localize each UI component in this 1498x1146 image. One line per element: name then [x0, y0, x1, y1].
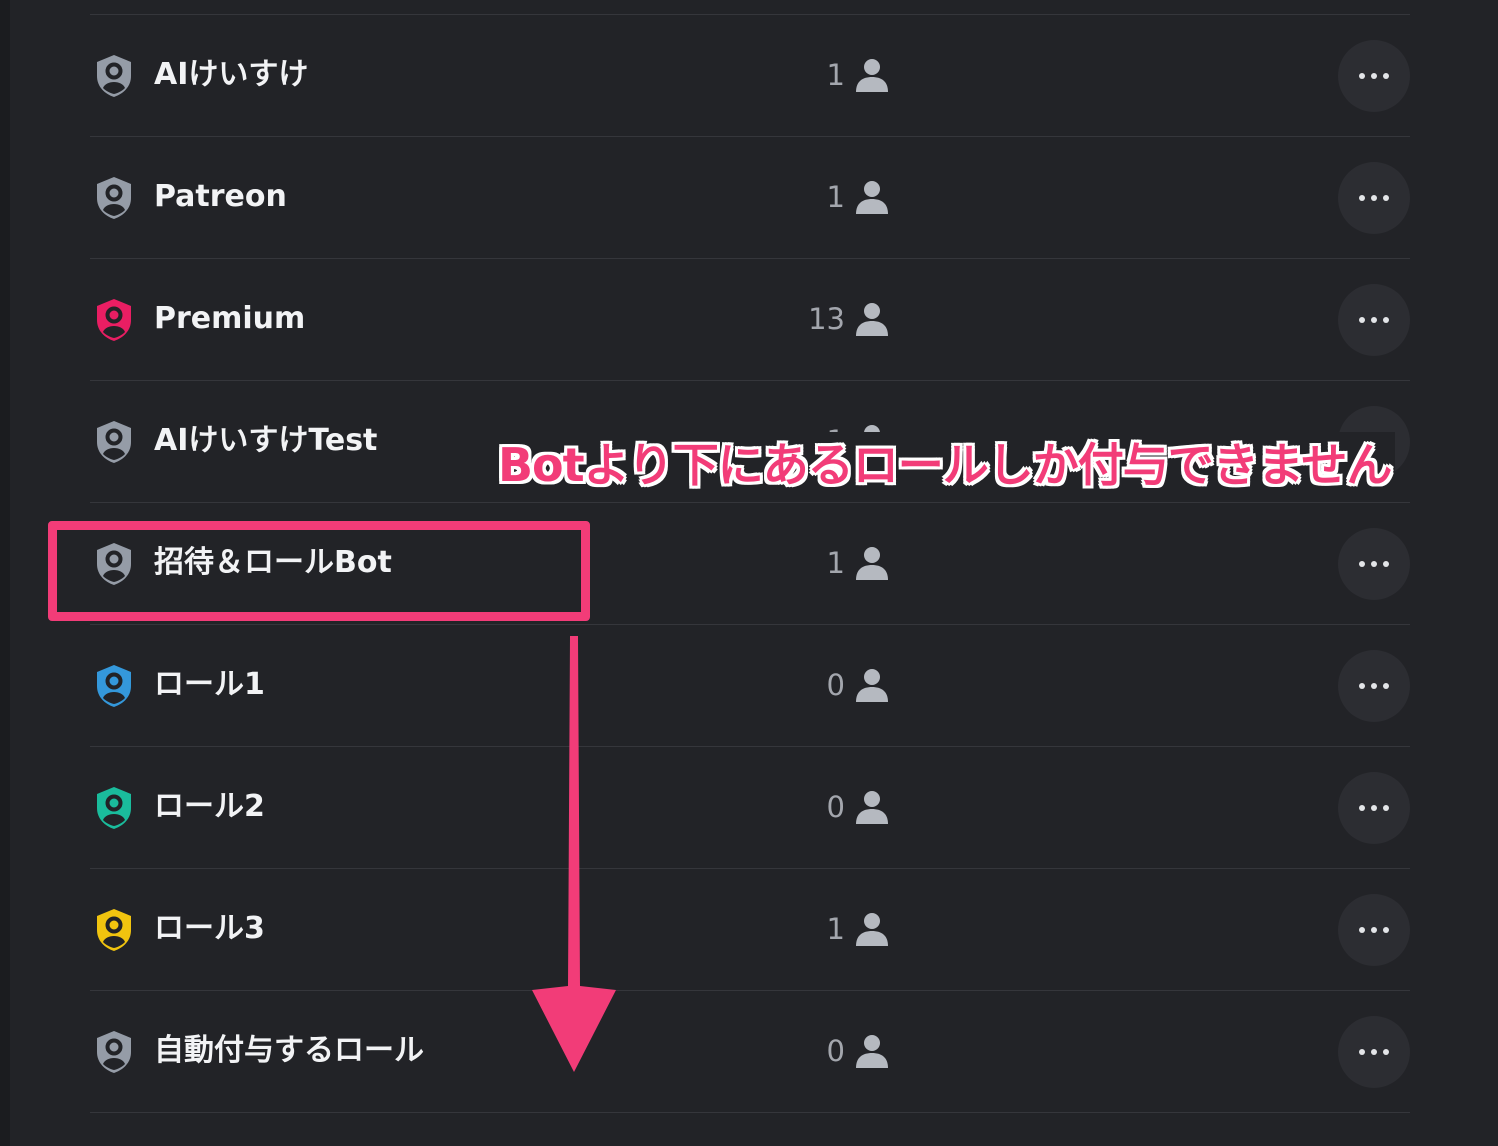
- role-name: AIけいすけTest: [154, 423, 378, 458]
- member-count: 1: [826, 546, 845, 580]
- shield-person-icon: [97, 665, 131, 707]
- shield-person-icon: [97, 787, 131, 829]
- more-options-button[interactable]: [1338, 40, 1410, 112]
- shield-person-icon: [97, 55, 131, 97]
- ellipsis-icon: [1371, 317, 1377, 323]
- ellipsis-icon: [1371, 683, 1377, 689]
- person-icon: [856, 59, 888, 92]
- member-count: 13: [808, 302, 845, 336]
- ellipsis-icon: [1371, 561, 1377, 567]
- ellipsis-icon: [1371, 195, 1377, 201]
- ellipsis-icon: [1359, 317, 1365, 323]
- person-icon: [856, 181, 888, 214]
- ellipsis-icon: [1359, 1049, 1365, 1055]
- person-icon: [856, 1035, 888, 1068]
- ellipsis-icon: [1371, 805, 1377, 811]
- role-settings-page: AIけいすけ 1 Patreon 1 Premium 13 AIけいすけTest…: [0, 0, 1498, 1146]
- role-row[interactable]: Premium 13: [90, 258, 1410, 380]
- more-options-button[interactable]: [1338, 1016, 1410, 1088]
- shield-person-icon: [97, 421, 131, 463]
- sidebar-edge: [0, 0, 10, 1146]
- ellipsis-icon: [1383, 561, 1389, 567]
- ellipsis-icon: [1383, 73, 1389, 79]
- ellipsis-icon: [1383, 1049, 1389, 1055]
- role-name: ロール3: [154, 911, 265, 946]
- ellipsis-icon: [1359, 73, 1365, 79]
- role-row[interactable]: Patreon 1: [90, 136, 1410, 258]
- annotation-note: Botより下にあるロールしか付与できません: [494, 432, 1396, 498]
- ellipsis-icon: [1359, 683, 1365, 689]
- role-name: ロール1: [154, 667, 265, 702]
- role-name: Patreon: [154, 179, 287, 214]
- ellipsis-icon: [1359, 805, 1365, 811]
- ellipsis-icon: [1371, 927, 1377, 933]
- member-count: 0: [826, 1034, 845, 1068]
- role-name: AIけいすけ: [154, 57, 309, 92]
- ellipsis-icon: [1383, 805, 1389, 811]
- shield-person-icon: [97, 909, 131, 951]
- ellipsis-icon: [1371, 1049, 1377, 1055]
- person-icon: [856, 547, 888, 580]
- ellipsis-icon: [1359, 561, 1365, 567]
- more-options-button[interactable]: [1338, 650, 1410, 722]
- more-options-button[interactable]: [1338, 894, 1410, 966]
- ellipsis-icon: [1383, 927, 1389, 933]
- role-row[interactable]: ロール2 0: [90, 746, 1410, 868]
- ellipsis-icon: [1359, 195, 1365, 201]
- person-icon: [856, 791, 888, 824]
- member-count: 0: [826, 790, 845, 824]
- member-count: 1: [826, 180, 845, 214]
- ellipsis-icon: [1383, 317, 1389, 323]
- role-row[interactable]: AIけいすけ 1: [90, 14, 1410, 136]
- member-count: 0: [826, 668, 845, 702]
- member-count: 1: [826, 912, 845, 946]
- member-count: 1: [826, 58, 845, 92]
- person-icon: [856, 913, 888, 946]
- ellipsis-icon: [1359, 927, 1365, 933]
- person-icon: [856, 669, 888, 702]
- ellipsis-icon: [1383, 195, 1389, 201]
- role-row[interactable]: ロール3 1: [90, 868, 1410, 990]
- ellipsis-icon: [1371, 73, 1377, 79]
- shield-person-icon: [97, 299, 131, 341]
- ellipsis-icon: [1383, 683, 1389, 689]
- person-icon: [856, 303, 888, 336]
- more-options-button[interactable]: [1338, 772, 1410, 844]
- role-row[interactable]: ロール1 0: [90, 624, 1410, 746]
- more-options-button[interactable]: [1338, 528, 1410, 600]
- more-options-button[interactable]: [1338, 162, 1410, 234]
- role-name: 自動付与するロール: [154, 1033, 424, 1068]
- role-row[interactable]: 自動付与するロール 0: [90, 990, 1410, 1113]
- down-arrow-annotation: [532, 636, 616, 1072]
- role-name: Premium: [154, 301, 306, 336]
- more-options-button[interactable]: [1338, 284, 1410, 356]
- shield-person-icon: [97, 177, 131, 219]
- shield-person-icon: [97, 1031, 131, 1073]
- bot-role-highlight: [48, 521, 590, 621]
- role-name: ロール2: [154, 789, 265, 824]
